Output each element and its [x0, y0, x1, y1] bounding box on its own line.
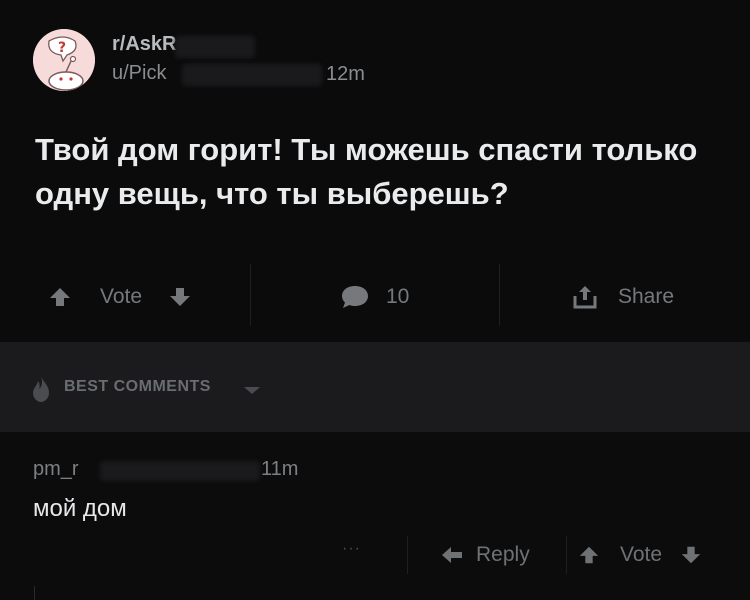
flame-icon — [31, 375, 51, 403]
reply-button[interactable]: Reply — [440, 540, 530, 570]
upvote-icon[interactable] — [48, 285, 72, 309]
comments-count: 10 — [386, 285, 410, 308]
post-action-bar: Vote 10 Share — [0, 262, 750, 332]
share-button[interactable]: Share — [572, 262, 674, 332]
share-label: Share — [618, 285, 675, 308]
divider — [499, 264, 500, 326]
comments-button[interactable]: 10 — [340, 262, 409, 332]
divider — [566, 536, 567, 574]
more-icon[interactable]: ··· — [342, 540, 361, 558]
comment-body: мой дом — [33, 495, 127, 522]
share-icon — [572, 284, 598, 310]
comment-bubble-icon — [340, 284, 370, 310]
comment-time: 11m — [261, 458, 299, 480]
subreddit-avatar-icon[interactable]: ? — [33, 29, 95, 91]
reply-icon — [440, 544, 464, 566]
downvote-icon[interactable] — [168, 285, 192, 309]
redaction-blur — [182, 64, 322, 86]
post-card: ? r/AskR u/Pick 12m Твой дом горит! Ты м… — [0, 0, 750, 342]
subreddit-name[interactable]: r/AskR — [112, 33, 176, 56]
svg-text:?: ? — [58, 40, 66, 56]
redaction-blur — [100, 461, 260, 481]
comment-vote-group: Vote — [578, 540, 702, 570]
post-title[interactable]: Твой дом горит! Ты можешь спасти только … — [35, 128, 725, 216]
redaction-blur — [175, 36, 255, 58]
upvote-icon[interactable] — [578, 544, 600, 566]
comment-action-bar: ··· Reply Vote — [0, 530, 750, 580]
post-time: 12m — [326, 63, 365, 85]
post-author[interactable]: u/Pick — [112, 62, 166, 85]
divider — [407, 536, 408, 574]
vote-label: Vote — [100, 285, 143, 308]
thread-line — [34, 586, 35, 600]
divider — [250, 264, 251, 326]
reply-label: Reply — [476, 543, 530, 566]
downvote-icon[interactable] — [680, 544, 702, 566]
comment-author[interactable]: pm_r — [33, 458, 79, 481]
post-vote-group: Vote — [48, 262, 192, 332]
chevron-down-icon — [242, 384, 262, 396]
vote-label: Vote — [620, 543, 663, 566]
sort-label[interactable]: BEST COMMENTS — [64, 378, 211, 396]
